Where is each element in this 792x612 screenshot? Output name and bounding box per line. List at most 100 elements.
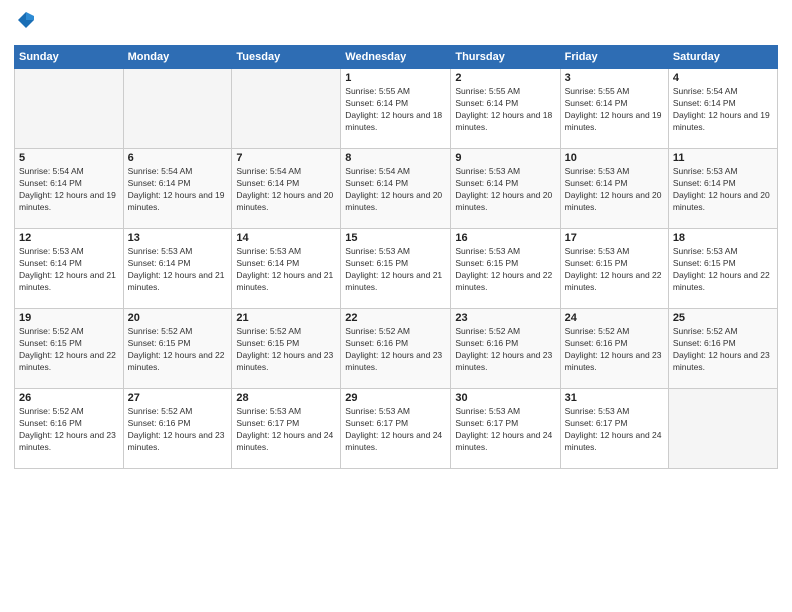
- day-number: 25: [673, 312, 773, 324]
- day-number: 20: [128, 312, 228, 324]
- day-cell: [668, 389, 777, 469]
- day-number: 15: [345, 232, 446, 244]
- day-info: Sunrise: 5:53 AMSunset: 6:17 PMDaylight:…: [455, 406, 555, 454]
- day-cell: 8 Sunrise: 5:54 AMSunset: 6:14 PMDaylight…: [341, 149, 451, 229]
- day-number: 14: [236, 232, 336, 244]
- week-row-4: 19 Sunrise: 5:52 AMSunset: 6:15 PMDayligh…: [15, 309, 778, 389]
- day-number: 17: [565, 232, 664, 244]
- day-info: Sunrise: 5:54 AMSunset: 6:14 PMDaylight:…: [673, 86, 773, 134]
- day-number: 9: [455, 152, 555, 164]
- day-info: Sunrise: 5:53 AMSunset: 6:15 PMDaylight:…: [455, 246, 555, 294]
- calendar-page: SundayMondayTuesdayWednesdayThursdayFrid…: [0, 0, 792, 612]
- day-cell: 26 Sunrise: 5:52 AMSunset: 6:16 PMDayligh…: [15, 389, 124, 469]
- weekday-friday: Friday: [560, 46, 668, 69]
- day-cell: 28 Sunrise: 5:53 AMSunset: 6:17 PMDayligh…: [232, 389, 341, 469]
- day-info: Sunrise: 5:52 AMSunset: 6:15 PMDaylight:…: [19, 326, 119, 374]
- day-cell: 17 Sunrise: 5:53 AMSunset: 6:15 PMDayligh…: [560, 229, 668, 309]
- day-cell: 15 Sunrise: 5:53 AMSunset: 6:15 PMDayligh…: [341, 229, 451, 309]
- day-cell: 27 Sunrise: 5:52 AMSunset: 6:16 PMDayligh…: [123, 389, 232, 469]
- day-info: Sunrise: 5:53 AMSunset: 6:14 PMDaylight:…: [455, 166, 555, 214]
- day-number: 7: [236, 152, 336, 164]
- day-cell: [123, 69, 232, 149]
- day-number: 21: [236, 312, 336, 324]
- day-cell: [232, 69, 341, 149]
- day-cell: 21Sunrise: 5:52 AMSunset: 6:15 PMDayligh…: [232, 309, 341, 389]
- day-info: Sunrise: 5:54 AMSunset: 6:14 PMDaylight:…: [345, 166, 446, 214]
- day-cell: 12 Sunrise: 5:53 AMSunset: 6:14 PMDayligh…: [15, 229, 124, 309]
- day-number: 22: [345, 312, 446, 324]
- weekday-header-row: SundayMondayTuesdayWednesdayThursdayFrid…: [15, 46, 778, 69]
- day-info: Sunrise: 5:53 AMSunset: 6:15 PMDaylight:…: [565, 246, 664, 294]
- day-number: 27: [128, 392, 228, 404]
- day-number: 30: [455, 392, 555, 404]
- day-info: Sunrise: 5:52 AMSunset: 6:16 PMDaylight:…: [673, 326, 773, 374]
- header: [14, 10, 778, 37]
- day-cell: 19 Sunrise: 5:52 AMSunset: 6:15 PMDayligh…: [15, 309, 124, 389]
- day-info: Sunrise: 5:55 AMSunset: 6:14 PMDaylight:…: [455, 86, 555, 134]
- day-number: 12: [19, 232, 119, 244]
- day-number: 13: [128, 232, 228, 244]
- day-number: 6: [128, 152, 228, 164]
- day-number: 8: [345, 152, 446, 164]
- day-info: Sunrise: 5:53 AMSunset: 6:14 PMDaylight:…: [673, 166, 773, 214]
- day-info: Sunrise: 5:52 AMSunset: 6:16 PMDaylight:…: [19, 406, 119, 454]
- week-row-2: 5Sunrise: 5:54 AMSunset: 6:14 PMDaylight…: [15, 149, 778, 229]
- day-number: 24: [565, 312, 664, 324]
- day-cell: 3Sunrise: 5:55 AMSunset: 6:14 PMDaylight…: [560, 69, 668, 149]
- day-number: 29: [345, 392, 446, 404]
- day-number: 2: [455, 72, 555, 84]
- day-cell: 29 Sunrise: 5:53 AMSunset: 6:17 PMDayligh…: [341, 389, 451, 469]
- day-number: 19: [19, 312, 119, 324]
- day-number: 3: [565, 72, 664, 84]
- day-cell: 23Sunrise: 5:52 AMSunset: 6:16 PMDayligh…: [451, 309, 560, 389]
- day-cell: 2 Sunrise: 5:55 AMSunset: 6:14 PMDaylight…: [451, 69, 560, 149]
- week-row-1: 1 Sunrise: 5:55 AMSunset: 6:14 PMDaylight…: [15, 69, 778, 149]
- weekday-tuesday: Tuesday: [232, 46, 341, 69]
- day-cell: 24 Sunrise: 5:52 AMSunset: 6:16 PMDayligh…: [560, 309, 668, 389]
- weekday-monday: Monday: [123, 46, 232, 69]
- day-info: Sunrise: 5:53 AMSunset: 6:14 PMDaylight:…: [19, 246, 119, 294]
- day-info: Sunrise: 5:54 AMSunset: 6:14 PMDaylight:…: [128, 166, 228, 214]
- week-row-3: 12 Sunrise: 5:53 AMSunset: 6:14 PMDayligh…: [15, 229, 778, 309]
- day-info: Sunrise: 5:54 AMSunset: 6:14 PMDaylight:…: [19, 166, 119, 214]
- day-number: 26: [19, 392, 119, 404]
- day-cell: 1Sunrise: 5:55 AMSunset: 6:14 PMDaylight…: [341, 69, 451, 149]
- day-info: Sunrise: 5:54 AMSunset: 6:14 PMDaylight:…: [236, 166, 336, 214]
- day-cell: 14Sunrise: 5:53 AMSunset: 6:14 PMDayligh…: [232, 229, 341, 309]
- day-cell: 6 Sunrise: 5:54 AMSunset: 6:14 PMDaylight…: [123, 149, 232, 229]
- day-number: 18: [673, 232, 773, 244]
- day-info: Sunrise: 5:52 AMSunset: 6:16 PMDaylight:…: [565, 326, 664, 374]
- day-cell: 30 Sunrise: 5:53 AMSunset: 6:17 PMDayligh…: [451, 389, 560, 469]
- day-info: Sunrise: 5:53 AMSunset: 6:17 PMDaylight:…: [345, 406, 446, 454]
- day-cell: 18Sunrise: 5:53 AMSunset: 6:15 PMDayligh…: [668, 229, 777, 309]
- day-cell: 7 Sunrise: 5:54 AMSunset: 6:14 PMDaylight…: [232, 149, 341, 229]
- day-number: 31: [565, 392, 664, 404]
- calendar-table: SundayMondayTuesdayWednesdayThursdayFrid…: [14, 45, 778, 469]
- day-cell: 11 Sunrise: 5:53 AMSunset: 6:14 PMDayligh…: [668, 149, 777, 229]
- day-info: Sunrise: 5:52 AMSunset: 6:16 PMDaylight:…: [128, 406, 228, 454]
- day-info: Sunrise: 5:53 AMSunset: 6:17 PMDaylight:…: [565, 406, 664, 454]
- day-info: Sunrise: 5:53 AMSunset: 6:15 PMDaylight:…: [345, 246, 446, 294]
- day-cell: 10 Sunrise: 5:53 AMSunset: 6:14 PMDayligh…: [560, 149, 668, 229]
- day-info: Sunrise: 5:53 AMSunset: 6:14 PMDaylight:…: [565, 166, 664, 214]
- day-number: 23: [455, 312, 555, 324]
- day-info: Sunrise: 5:53 AMSunset: 6:17 PMDaylight:…: [236, 406, 336, 454]
- day-number: 1: [345, 72, 446, 84]
- day-info: Sunrise: 5:52 AMSunset: 6:16 PMDaylight:…: [345, 326, 446, 374]
- weekday-saturday: Saturday: [668, 46, 777, 69]
- day-number: 16: [455, 232, 555, 244]
- day-info: Sunrise: 5:53 AMSunset: 6:14 PMDaylight:…: [128, 246, 228, 294]
- weekday-wednesday: Wednesday: [341, 46, 451, 69]
- day-number: 28: [236, 392, 336, 404]
- day-cell: 16 Sunrise: 5:53 AMSunset: 6:15 PMDayligh…: [451, 229, 560, 309]
- logo: [14, 10, 36, 37]
- day-number: 4: [673, 72, 773, 84]
- day-cell: 13 Sunrise: 5:53 AMSunset: 6:14 PMDayligh…: [123, 229, 232, 309]
- day-cell: [15, 69, 124, 149]
- day-number: 10: [565, 152, 664, 164]
- day-cell: 31 Sunrise: 5:53 AMSunset: 6:17 PMDayligh…: [560, 389, 668, 469]
- day-info: Sunrise: 5:52 AMSunset: 6:15 PMDaylight:…: [128, 326, 228, 374]
- day-cell: 4 Sunrise: 5:54 AMSunset: 6:14 PMDaylight…: [668, 69, 777, 149]
- day-cell: 5Sunrise: 5:54 AMSunset: 6:14 PMDaylight…: [15, 149, 124, 229]
- day-number: 11: [673, 152, 773, 164]
